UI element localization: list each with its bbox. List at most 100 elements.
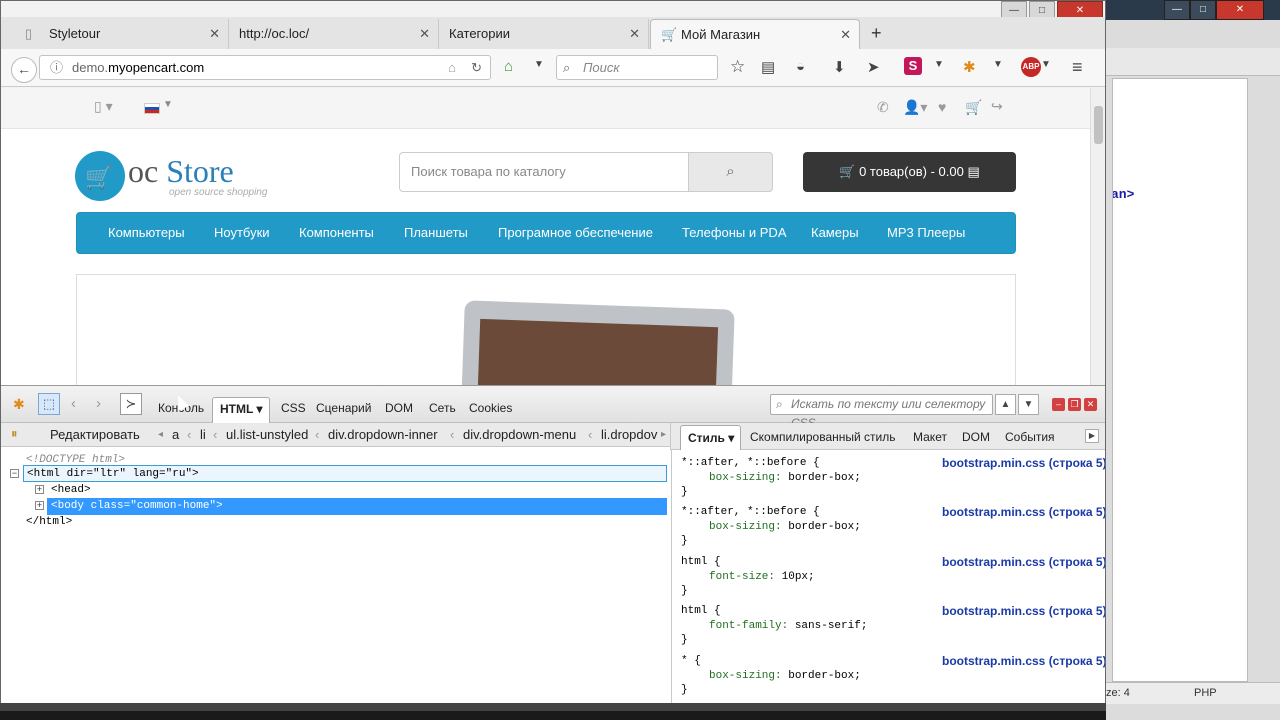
product-search-button[interactable]: ⌕ xyxy=(688,152,773,192)
tab-cookies[interactable]: Cookies xyxy=(469,401,512,415)
tab-my-store[interactable]: 🛒 Мой Магазин ✕ xyxy=(650,19,860,49)
rule-property[interactable]: font-size xyxy=(709,571,768,583)
crumb-scroll-left-icon[interactable]: ◂ xyxy=(158,429,163,440)
breadcrumb-li-dropdown[interactable]: li.dropdov xyxy=(601,427,657,442)
back-icon[interactable]: ← xyxy=(11,57,37,83)
bg-minimize-button[interactable]: — xyxy=(1164,0,1190,20)
command-line-icon[interactable]: ≻ xyxy=(120,393,142,415)
breadcrumb-ul[interactable]: ul.list-unstyled xyxy=(226,427,308,442)
menu-item-laptops[interactable]: Ноутбуки xyxy=(214,213,270,253)
product-search-input[interactable]: Поиск товара по каталогу xyxy=(399,152,689,192)
phone-icon[interactable]: ✆ xyxy=(877,99,889,116)
page-scrollbar[interactable] xyxy=(1090,88,1105,385)
cart-button[interactable]: 🛒 0 товар(ов) - 0.00 ▤ xyxy=(803,152,1016,192)
rule-value[interactable]: border-box; xyxy=(788,521,861,533)
rule-value[interactable]: border-box; xyxy=(788,670,861,682)
close-tab-icon[interactable]: ✕ xyxy=(840,20,851,49)
forward-arrow-icon[interactable]: › xyxy=(96,395,101,412)
chevron-down-icon[interactable]: ▼ xyxy=(163,99,173,110)
tree-node-head[interactable]: <head> xyxy=(51,482,91,499)
rule-value[interactable]: border-box; xyxy=(788,472,861,484)
store-logo[interactable]: 🛒 oc Store open source shopping xyxy=(75,151,275,203)
download-icon[interactable]: ⬇ xyxy=(833,58,846,76)
rule-source-link[interactable]: bootstrap.min.css (строка 5) xyxy=(942,505,1105,520)
tab-categories[interactable]: Категории ✕ xyxy=(439,19,649,49)
search-next-icon[interactable]: ▼ xyxy=(1018,394,1039,415)
rule-value[interactable]: 10px; xyxy=(782,571,815,583)
side-tab-dom[interactable]: DOM xyxy=(962,430,990,444)
menu-item-tablets[interactable]: Планшеты xyxy=(404,213,468,253)
rule-source-link[interactable]: bootstrap.min.css (строка 5) xyxy=(942,456,1105,471)
s-extension-icon[interactable]: S xyxy=(904,57,922,75)
rule-property[interactable]: box-sizing xyxy=(709,521,775,533)
firebug-minimize-icon[interactable]: – xyxy=(1052,398,1065,411)
close-tab-icon[interactable]: ✕ xyxy=(209,19,220,49)
tree-node-html[interactable]: <html dir="ltr" lang="ru"> xyxy=(23,465,667,482)
tab-script[interactable]: Сценарий xyxy=(316,401,371,415)
edit-button[interactable]: Редактировать xyxy=(50,427,140,442)
tree-node-body[interactable]: <body class="common-home"> xyxy=(47,498,667,515)
firebug-icon[interactable]: ✱ xyxy=(963,58,976,76)
bookmarks-list-icon[interactable]: ▤ xyxy=(761,58,775,76)
side-tab-layout[interactable]: Макет xyxy=(913,430,947,444)
bg-close-button[interactable]: ✕ xyxy=(1216,0,1264,20)
menu-item-software[interactable]: Програмное обеспечение xyxy=(498,213,653,253)
adblock-icon[interactable]: ABP xyxy=(1021,57,1041,77)
crumb-scroll-right-icon[interactable]: ▸ xyxy=(661,429,666,440)
home-sign-icon[interactable]: ⌂ xyxy=(448,56,456,79)
rule-source-link[interactable]: bootstrap.min.css (строка 5) xyxy=(942,555,1105,570)
menu-hamburger-icon[interactable]: ≡ xyxy=(1072,57,1083,78)
new-tab-button[interactable]: + xyxy=(871,23,882,44)
tab-oc-loc[interactable]: http://oc.loc/ ✕ xyxy=(229,19,439,49)
breadcrumb-a[interactable]: a xyxy=(172,427,179,442)
inspect-element-icon[interactable]: ⬚ xyxy=(38,393,60,415)
side-tab-computed[interactable]: Скомпилированный стиль xyxy=(750,430,896,444)
address-bar[interactable]: ⓘ demo.myopencart.com ⌂ ↻ xyxy=(39,55,491,80)
language-flag-icon[interactable] xyxy=(144,103,160,114)
rule-source-link[interactable]: bootstrap.min.css (строка 5) xyxy=(942,654,1105,669)
dropdown-arrow-icon[interactable]: ▼ xyxy=(934,59,944,70)
menu-item-components[interactable]: Компоненты xyxy=(299,213,374,253)
menu-item-mp3[interactable]: MP3 Плееры xyxy=(887,213,965,253)
collapse-icon[interactable]: − xyxy=(10,469,19,478)
home-icon[interactable]: ⌂ xyxy=(504,58,513,75)
tab-net[interactable]: Сеть xyxy=(429,401,456,415)
expand-icon[interactable]: + xyxy=(35,501,44,510)
back-arrow-icon[interactable]: ‹ xyxy=(71,395,76,412)
browser-search-field[interactable]: ⌕ Поиск xyxy=(556,55,718,80)
wishlist-heart-icon[interactable]: ♥ xyxy=(938,99,946,115)
breadcrumb-dropdown-menu[interactable]: div.dropdown-menu xyxy=(463,427,576,442)
tab-styletour[interactable]: ▯ Styletour ✕ xyxy=(11,19,229,49)
shopping-cart-icon[interactable]: 🛒 xyxy=(965,99,982,116)
dropdown-arrow-icon[interactable]: ▼ xyxy=(993,59,1003,70)
rule-property[interactable]: box-sizing xyxy=(709,670,775,682)
menu-item-cameras[interactable]: Камеры xyxy=(811,213,859,253)
account-icon[interactable]: 👤▾ xyxy=(903,99,927,116)
rule-property[interactable]: box-sizing xyxy=(709,472,775,484)
breadcrumb-dropdown-inner[interactable]: div.dropdown-inner xyxy=(328,427,438,442)
pocket-icon[interactable]: ◒ xyxy=(796,58,805,75)
currency-dropdown-icon[interactable]: ▯ ▾ xyxy=(94,98,113,115)
checkout-icon[interactable]: ↪ xyxy=(991,98,1003,115)
tab-dom[interactable]: DOM xyxy=(385,401,413,415)
firebug-search-input[interactable]: ⌕ Искать по тексту или селектору CSS xyxy=(770,394,993,430)
rule-property[interactable]: font-family xyxy=(709,620,782,632)
close-tab-icon[interactable]: ✕ xyxy=(419,19,430,49)
scroll-thumb[interactable] xyxy=(1094,106,1103,144)
tab-css[interactable]: CSS xyxy=(281,401,306,415)
expand-icon[interactable]: + xyxy=(35,485,44,494)
side-tab-style[interactable]: Стиль ▾ xyxy=(680,425,741,450)
tab-html[interactable]: HTML ▾ xyxy=(212,397,270,424)
bookmark-star-icon[interactable]: ☆ xyxy=(730,57,745,77)
dropdown-arrow-icon[interactable]: ▼ xyxy=(1041,59,1051,70)
send-icon[interactable]: ➤ xyxy=(867,58,880,76)
rule-value[interactable]: sans-serif; xyxy=(795,620,868,632)
side-tabs-more-icon[interactable]: ▶ xyxy=(1085,429,1099,443)
dropdown-arrow-icon[interactable]: ▼ xyxy=(534,59,544,70)
menu-item-computers[interactable]: Компьютеры xyxy=(108,213,185,253)
firebug-detach-icon[interactable]: ❐ xyxy=(1068,398,1081,411)
breadcrumb-li[interactable]: li xyxy=(200,427,206,442)
firebug-close-icon[interactable]: ✕ xyxy=(1084,398,1097,411)
close-tab-icon[interactable]: ✕ xyxy=(629,19,640,49)
firebug-menu-icon[interactable]: ✱ xyxy=(13,396,25,413)
